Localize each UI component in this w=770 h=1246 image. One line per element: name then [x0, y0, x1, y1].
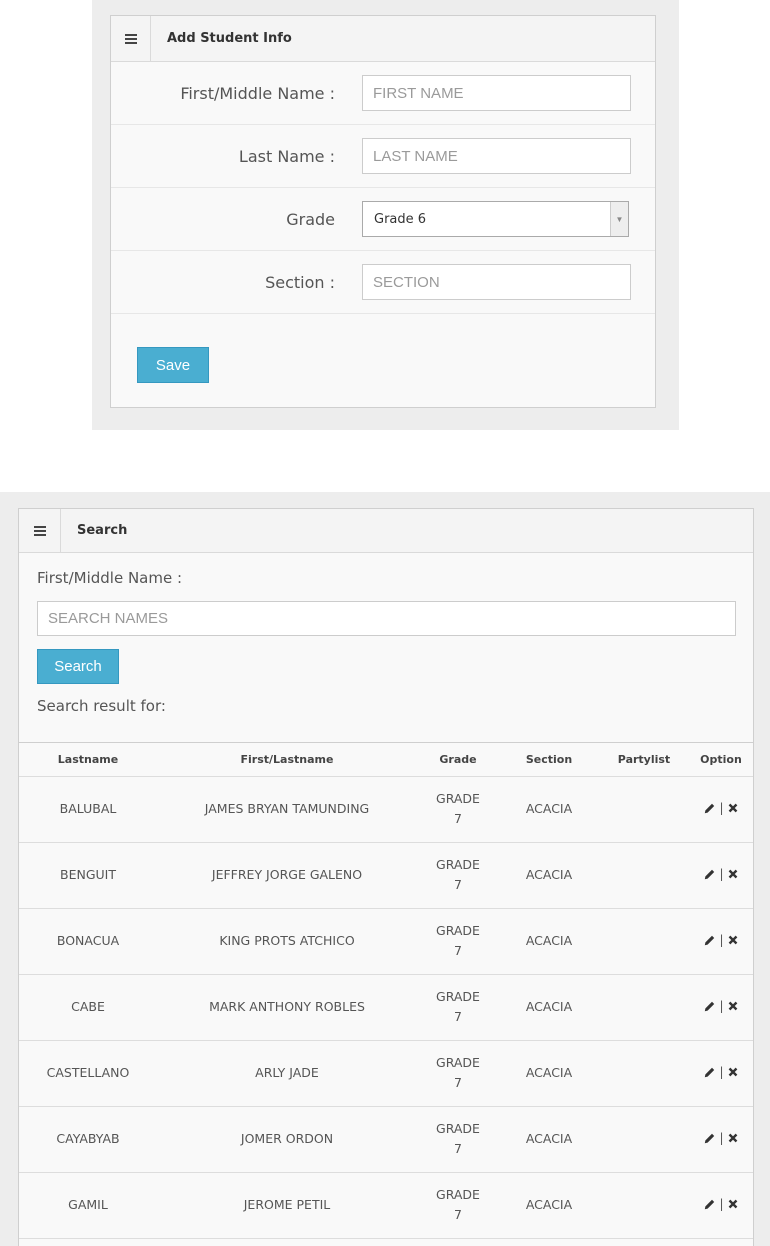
cell-name: JOMER ORDON — [157, 1106, 417, 1173]
cell-lastname: BONACUA — [19, 908, 157, 975]
section-input[interactable] — [362, 264, 631, 300]
header-section[interactable]: Section — [499, 743, 599, 777]
header-first-lastname[interactable]: First/Lastname — [157, 743, 417, 777]
cell-partylist — [599, 1106, 689, 1173]
pencil-icon[interactable] — [704, 935, 715, 946]
cell-section: ACACIA — [499, 1106, 599, 1173]
grade-row: Grade Grade 6 ▼ — [111, 188, 655, 251]
first-name-input[interactable] — [362, 75, 631, 111]
header-option: Option — [689, 743, 753, 777]
pencil-icon[interactable] — [704, 1067, 715, 1078]
cell-partylist — [599, 908, 689, 975]
cell-grade: GRADE 7 — [436, 1055, 480, 1090]
pencil-icon[interactable] — [704, 1001, 715, 1012]
pencil-icon[interactable] — [704, 869, 715, 880]
cell-lastname: CAYABYAB — [19, 1106, 157, 1173]
cell-grade: GRADE 7 — [436, 989, 480, 1024]
search-form: First/Middle Name : Search Search result… — [19, 553, 753, 743]
search-panel: Search First/Middle Name : Search Search… — [18, 508, 754, 1246]
grade-select-value: Grade 6 — [374, 211, 427, 227]
cell-lastname: GAMIL — [19, 1172, 157, 1239]
table-row: CABE MARK ANTHONY ROBLES GRADE 7 ACACIA … — [19, 974, 753, 1041]
option-separator: | — [719, 1197, 724, 1212]
option-separator: | — [719, 867, 724, 882]
header-lastname[interactable]: Lastname — [19, 743, 157, 777]
cell-partylist — [599, 842, 689, 909]
search-result-label: Search result for: — [37, 697, 166, 715]
cell-name: JEFFREY JORGE GALENO — [157, 842, 417, 909]
cell-grade: GRADE 7 — [436, 923, 480, 958]
cell-partylist — [599, 974, 689, 1041]
header-grade[interactable]: Grade — [417, 743, 499, 777]
list-icon — [19, 509, 61, 552]
search-button[interactable]: Search — [37, 649, 119, 684]
close-icon[interactable] — [728, 869, 738, 879]
cell-lastname: BALUBAL — [19, 776, 157, 843]
close-icon[interactable] — [728, 935, 738, 945]
last-name-label: Last Name : — [238, 146, 335, 166]
cell-name: MARK ANTHONY ROBLES — [157, 974, 417, 1041]
last-name-input[interactable] — [362, 138, 631, 174]
cell-name: JEROME PETIL — [157, 1172, 417, 1239]
option-separator: | — [719, 1065, 724, 1080]
cell-section: ACACIA — [499, 974, 599, 1041]
cell-lastname: CABE — [19, 974, 157, 1041]
cell-section: ACACIA — [499, 908, 599, 975]
table-row: BENGUIT JEFFREY JORGE GALENO GRADE 7 ACA… — [19, 842, 753, 909]
table-row: BONACUA KING PROTS ATCHICO GRADE 7 ACACI… — [19, 908, 753, 975]
chevron-down-icon[interactable]: ▼ — [610, 202, 628, 236]
close-icon[interactable] — [728, 1133, 738, 1143]
option-separator: | — [719, 933, 724, 948]
cell-partylist — [599, 776, 689, 843]
cell-grade: GRADE 7 — [436, 791, 480, 826]
cell-name: ARLY JADE — [157, 1040, 417, 1107]
grade-select[interactable]: Grade 6 ▼ — [362, 201, 629, 237]
cell-name: JAMES BRYAN TAMUNDING — [157, 776, 417, 843]
close-icon[interactable] — [728, 1067, 738, 1077]
cell-partylist — [599, 1172, 689, 1239]
cell-lastname: BENGUIT — [19, 842, 157, 909]
pencil-icon[interactable] — [704, 1199, 715, 1210]
cell-name: KING PROTS ATCHICO — [157, 908, 417, 975]
save-button[interactable]: Save — [137, 347, 209, 383]
add-student-panel: Add Student Info First/Middle Name : Las… — [110, 15, 656, 408]
cell-grade: GRADE 7 — [436, 1121, 480, 1156]
option-separator: | — [719, 801, 724, 816]
cell-section: ACACIA — [499, 1040, 599, 1107]
cell-section: ACACIA — [499, 1172, 599, 1239]
option-separator: | — [719, 999, 724, 1014]
first-name-label: First/Middle Name : — [180, 83, 335, 103]
cell-partylist — [599, 1040, 689, 1107]
section-label: Section : — [265, 272, 335, 292]
last-name-row: Last Name : — [111, 125, 655, 188]
section-row: Section : — [111, 251, 655, 314]
header-partylist[interactable]: Partylist — [599, 743, 689, 777]
results-table: Lastname First/Lastname Grade Section Pa… — [19, 743, 753, 1239]
pencil-icon[interactable] — [704, 803, 715, 814]
cell-lastname: CASTELLANO — [19, 1040, 157, 1107]
cell-section: ACACIA — [499, 842, 599, 909]
table-row: CASTELLANO ARLY JADE GRADE 7 ACACIA | — [19, 1040, 753, 1107]
first-name-row: First/Middle Name : — [111, 62, 655, 125]
close-icon[interactable] — [728, 803, 738, 813]
search-title: Search — [77, 523, 128, 538]
table-header-row: Lastname First/Lastname Grade Section Pa… — [19, 743, 753, 777]
search-header: Search — [19, 509, 753, 553]
search-name-label: First/Middle Name : — [37, 569, 183, 587]
pencil-icon[interactable] — [704, 1133, 715, 1144]
close-icon[interactable] — [728, 1199, 738, 1209]
table-row: GAMIL JEROME PETIL GRADE 7 ACACIA | — [19, 1172, 753, 1239]
cell-section: ACACIA — [499, 776, 599, 843]
cell-grade: GRADE 7 — [436, 1187, 480, 1222]
add-student-title: Add Student Info — [167, 31, 292, 46]
option-separator: | — [719, 1131, 724, 1146]
cell-grade: GRADE 7 — [436, 857, 480, 892]
add-student-header: Add Student Info — [111, 16, 655, 62]
grade-label: Grade — [286, 209, 335, 229]
table-row: CAYABYAB JOMER ORDON GRADE 7 ACACIA | — [19, 1106, 753, 1173]
list-icon — [111, 16, 151, 61]
close-icon[interactable] — [728, 1001, 738, 1011]
table-row: BALUBAL JAMES BRYAN TAMUNDING GRADE 7 AC… — [19, 776, 753, 843]
search-input[interactable] — [37, 601, 736, 636]
